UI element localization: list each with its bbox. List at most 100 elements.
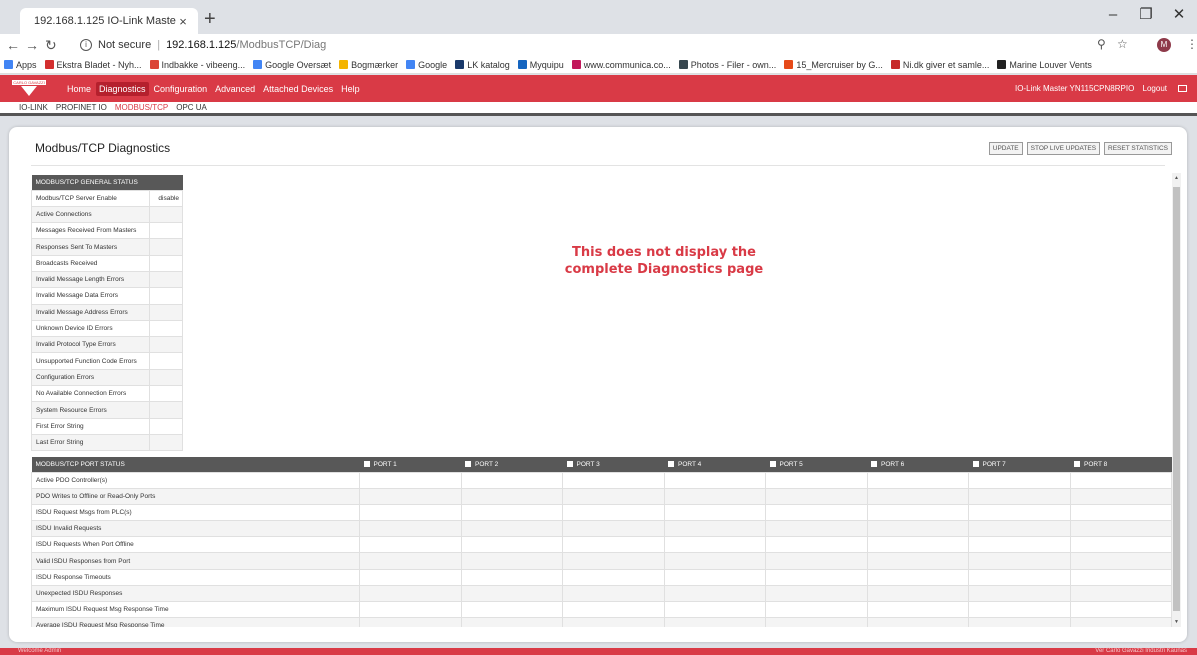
port-status-cell: [663, 584, 766, 603]
diagnostics-scroll-area[interactable]: MODBUS/TCP GENERAL STATUS Modbus/TCP Ser…: [31, 175, 1172, 627]
port-status-label: ISDU Requests When Port Offline: [31, 536, 360, 554]
info-icon[interactable]: i: [80, 39, 92, 51]
restore-icon[interactable]: ❐: [1131, 4, 1161, 26]
port-status-cell: [1069, 600, 1172, 619]
bookmark-label: Ekstra Bladet - Nyh...: [56, 59, 142, 70]
menu-dots-icon[interactable]: ⋮: [1186, 37, 1197, 51]
overlay-notice: This does not display the complete Diagn…: [514, 244, 814, 278]
port-column-header: PORT 8: [1070, 457, 1172, 472]
menu-item-advanced[interactable]: Advanced: [212, 82, 258, 96]
folder-icon: [339, 60, 349, 69]
table-row: Invalid Message Length Errors: [31, 270, 183, 289]
minimize-icon[interactable]: –: [1098, 4, 1128, 26]
port-status-cell: [866, 617, 969, 627]
collapse-icon[interactable]: [769, 461, 776, 468]
port-status-cell: [359, 552, 462, 570]
zoom-icon[interactable]: ⚲: [1097, 37, 1106, 51]
status-label: Messages Received From Masters: [31, 222, 150, 240]
port-column-header: PORT 1: [359, 457, 461, 472]
bookmark-item[interactable]: Google Oversæt: [253, 60, 331, 70]
bookmark-item[interactable]: Ni.dk giver et samle...: [890, 60, 989, 70]
status-label: Active Connections: [31, 205, 150, 224]
port-status-cell: [866, 520, 969, 538]
carlo-gavazzi-logo[interactable]: CARLO GAVAZZI: [12, 80, 46, 97]
collapse-icon[interactable]: [1074, 461, 1080, 468]
logout-link[interactable]: Logout: [1143, 84, 1167, 93]
reset-statistics-button[interactable]: RESET STATISTICS: [1104, 142, 1172, 155]
port-status-cell: [1069, 584, 1172, 603]
status-value: [149, 352, 183, 370]
bookmark-item[interactable]: Apps: [4, 60, 37, 70]
bookmark-item[interactable]: LK katalog: [455, 60, 510, 70]
port-status-cell: [765, 600, 868, 619]
bookmarks-bar: Apps Ekstra Bladet - Nyh... Indbakke - vib…: [0, 56, 1197, 74]
port-status-cell: [359, 520, 462, 538]
exit-icon[interactable]: [1178, 85, 1187, 92]
update-button[interactable]: UPDATE: [988, 142, 1023, 155]
table-row: Messages Received From Masters: [31, 222, 183, 240]
table-row: Last Error String: [31, 433, 183, 452]
bookmark-item[interactable]: Indbakke - vibeeng...: [149, 60, 245, 70]
collapse-icon[interactable]: [972, 461, 979, 468]
table-row: Responses Sent To Masters: [31, 238, 183, 256]
vertical-scrollbar[interactable]: ▲ ▼: [1172, 173, 1181, 627]
port-status-cell: [663, 536, 766, 554]
port-status-cell: [460, 552, 563, 570]
bookmark-item[interactable]: Marine Louver Vents: [997, 60, 1092, 70]
scrollbar-thumb[interactable]: [1173, 187, 1180, 611]
bookmark-item[interactable]: Photos - Filer - own...: [678, 60, 776, 70]
port-status-cell: [562, 617, 665, 627]
collapse-icon[interactable]: [363, 461, 370, 468]
subnav-item-io-link[interactable]: IO-LINK: [19, 103, 48, 112]
menu-item-configuration[interactable]: Configuration: [151, 82, 211, 96]
collapse-icon[interactable]: [566, 461, 573, 468]
collapse-icon[interactable]: [668, 461, 674, 468]
new-tab-button[interactable]: +: [204, 9, 216, 29]
scroll-down-icon[interactable]: ▼: [1172, 619, 1181, 625]
menu-item-help[interactable]: Help: [338, 82, 363, 96]
subnav-item-modbus-tcp[interactable]: MODBUS/TCP: [115, 103, 168, 112]
bookmark-star-icon[interactable]: ☆: [1117, 37, 1128, 51]
bookmark-item[interactable]: Ekstra Bladet - Nyh...: [44, 59, 142, 70]
collapse-icon[interactable]: [465, 461, 471, 468]
status-value: [149, 417, 183, 435]
status-value: [149, 303, 183, 321]
menu-item-home[interactable]: Home: [64, 82, 94, 96]
browser-tab[interactable]: 192.168.1.125 IO-Link Master: M ×: [20, 8, 198, 34]
address-bar[interactable]: i Not secure | 192.168.1.125/ModbusTCP/D…: [80, 36, 326, 54]
window-close-icon[interactable]: ✕: [1164, 4, 1194, 26]
subnav-item-opc-ua[interactable]: OPC UA: [176, 103, 207, 112]
table-row: Valid ISDU Responses from Port: [31, 552, 1172, 570]
bookmark-item[interactable]: www.communica.co...: [571, 60, 671, 70]
bookmark-label: Myquipu: [529, 59, 564, 70]
collapse-icon[interactable]: [871, 461, 877, 468]
stop-live-updates-button[interactable]: STOP LIVE UPDATES: [1026, 142, 1101, 155]
bookmark-item[interactable]: Bogmærker: [339, 60, 398, 70]
port-status-cell: [359, 584, 462, 603]
profile-avatar[interactable]: M: [1157, 38, 1171, 52]
port-status-cell: [765, 552, 868, 570]
menu-item-diagnostics[interactable]: Diagnostics: [96, 81, 149, 96]
bookmark-item[interactable]: Myquipu: [517, 59, 564, 70]
forward-icon[interactable]: →: [25, 36, 39, 54]
status-value: [149, 287, 183, 305]
port-status-cell: [663, 600, 766, 619]
menu-item-attached-devices[interactable]: Attached Devices: [260, 82, 336, 96]
scroll-up-icon[interactable]: ▲: [1172, 175, 1181, 181]
status-label: Broadcasts Received: [31, 254, 150, 272]
port-status-cell: [460, 471, 563, 489]
gmail-icon: [149, 60, 159, 69]
bookmark-item[interactable]: Google: [406, 60, 447, 70]
status-value: [149, 205, 183, 224]
bookmark-label: Google Oversæt: [265, 59, 332, 70]
status-label: Invalid Message Length Errors: [31, 270, 150, 289]
back-icon[interactable]: ←: [6, 36, 20, 54]
port-status-cell: [663, 552, 766, 570]
status-value: [149, 401, 183, 419]
reload-icon[interactable]: ↻: [45, 36, 57, 54]
subnav-item-profinet-io[interactable]: PROFINET IO: [56, 103, 107, 112]
bookmark-item[interactable]: 15_Mercruiser by G...: [784, 60, 883, 70]
status-value: [149, 433, 183, 452]
tab-close-icon[interactable]: ×: [176, 14, 190, 29]
diagnostics-panel: Modbus/TCP Diagnostics UPDATE STOP LIVE …: [9, 127, 1187, 642]
